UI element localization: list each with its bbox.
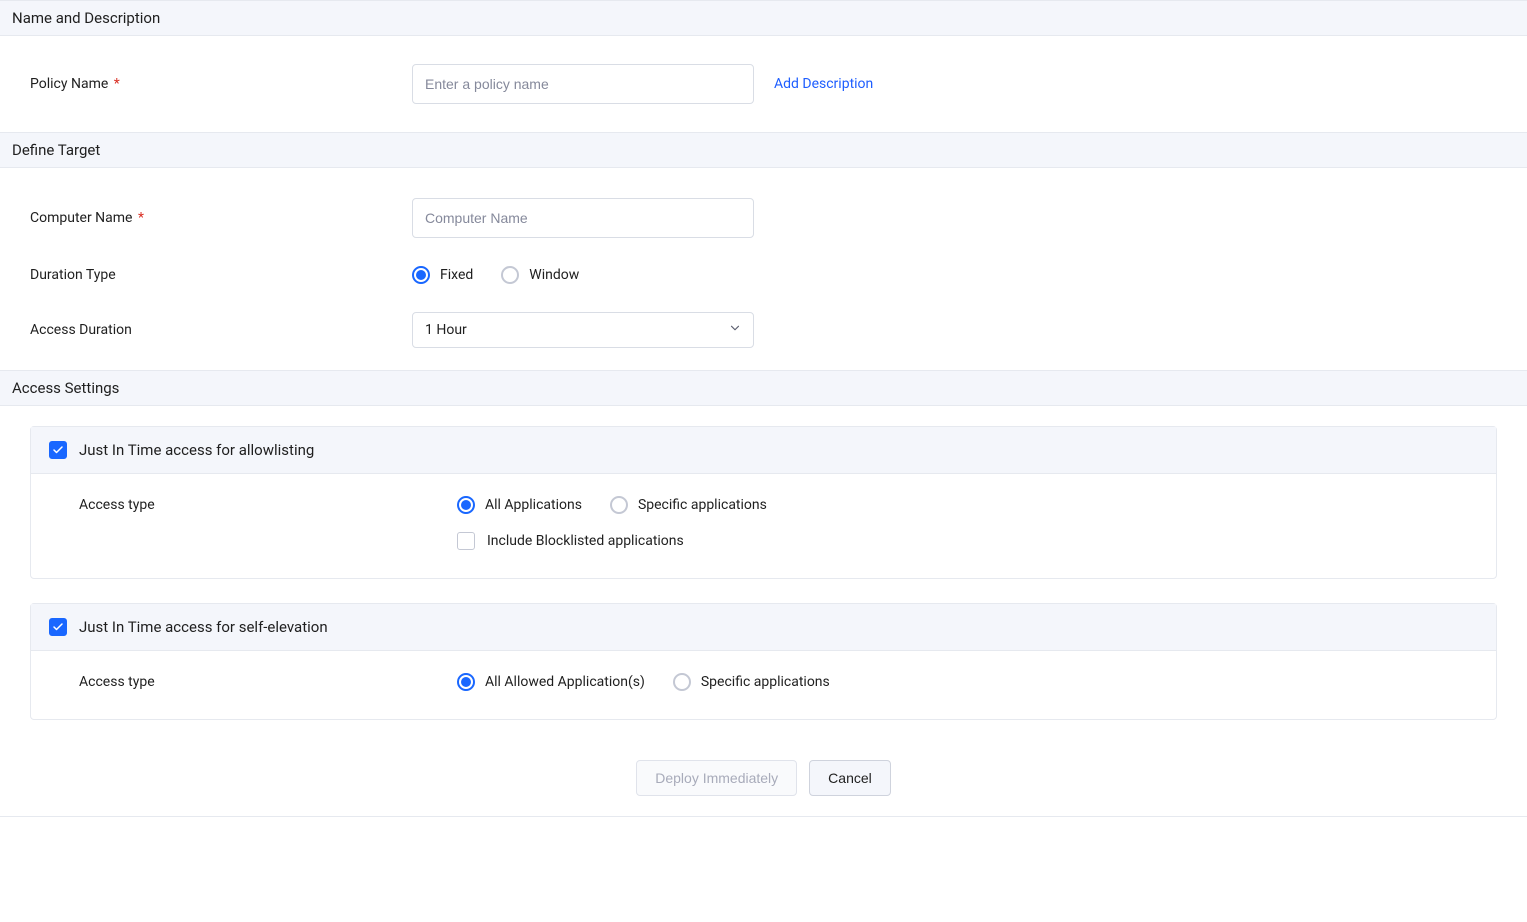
- radio-self-elevation-all[interactable]: All Allowed Application(s): [457, 673, 645, 691]
- self-elevation-checkbox[interactable]: [49, 618, 67, 636]
- footer-divider: [0, 816, 1527, 817]
- self-elevation-panel: Just In Time access for self-elevation A…: [30, 603, 1497, 720]
- radio-label-fixed: Fixed: [440, 267, 473, 283]
- access-duration-label: Access Duration: [30, 322, 412, 338]
- radio-icon: [412, 266, 430, 284]
- self-elevation-access-type-label: Access type: [79, 674, 457, 690]
- required-asterisk: *: [114, 76, 120, 92]
- policy-name-input[interactable]: [412, 64, 754, 104]
- allowlisting-access-type-radio-group: All Applications Specific applications: [457, 496, 1478, 514]
- self-elevation-title: Just In Time access for self-elevation: [79, 618, 328, 636]
- radio-label-specific-apps-se: Specific applications: [701, 674, 830, 690]
- radio-duration-window[interactable]: Window: [501, 266, 579, 284]
- duration-type-label: Duration Type: [30, 267, 412, 283]
- include-blocklisted-label: Include Blocklisted applications: [487, 533, 684, 549]
- radio-label-all-apps: All Applications: [485, 497, 582, 513]
- radio-self-elevation-specific[interactable]: Specific applications: [673, 673, 830, 691]
- policy-name-label: Policy Name *: [30, 76, 412, 92]
- radio-icon: [501, 266, 519, 284]
- deploy-immediately-button[interactable]: Deploy Immediately: [636, 760, 797, 796]
- duration-type-radio-group: Fixed Window: [412, 266, 579, 284]
- section-define-target-header: Define Target: [0, 132, 1527, 168]
- allowlisting-checkbox[interactable]: [49, 441, 67, 459]
- self-elevation-access-type-radio-group: All Allowed Application(s) Specific appl…: [457, 673, 1478, 691]
- access-duration-value: 1 Hour: [425, 322, 467, 338]
- allowlisting-access-type-label: Access type: [79, 497, 457, 513]
- add-description-link[interactable]: Add Description: [774, 76, 873, 92]
- radio-icon: [457, 496, 475, 514]
- radio-label-all-allowed: All Allowed Application(s): [485, 674, 645, 690]
- radio-allowlisting-specific[interactable]: Specific applications: [610, 496, 767, 514]
- access-duration-select[interactable]: 1 Hour: [412, 312, 754, 348]
- radio-label-specific-apps: Specific applications: [638, 497, 767, 513]
- computer-name-input[interactable]: [412, 198, 754, 238]
- radio-icon: [457, 673, 475, 691]
- allowlisting-title: Just In Time access for allowlisting: [79, 441, 314, 459]
- radio-allowlisting-all[interactable]: All Applications: [457, 496, 582, 514]
- radio-label-window: Window: [529, 267, 579, 283]
- section-access-settings-header: Access Settings: [0, 370, 1527, 406]
- radio-duration-fixed[interactable]: Fixed: [412, 266, 473, 284]
- required-asterisk: *: [138, 210, 144, 226]
- cancel-button[interactable]: Cancel: [809, 760, 891, 796]
- section-name-description-header: Name and Description: [0, 0, 1527, 36]
- allowlisting-panel: Just In Time access for allowlisting Acc…: [30, 426, 1497, 579]
- computer-name-label: Computer Name *: [30, 210, 412, 226]
- radio-icon: [610, 496, 628, 514]
- policy-name-label-text: Policy Name: [30, 76, 108, 92]
- radio-icon: [673, 673, 691, 691]
- computer-name-label-text: Computer Name: [30, 210, 132, 226]
- include-blocklisted-checkbox[interactable]: [457, 532, 475, 550]
